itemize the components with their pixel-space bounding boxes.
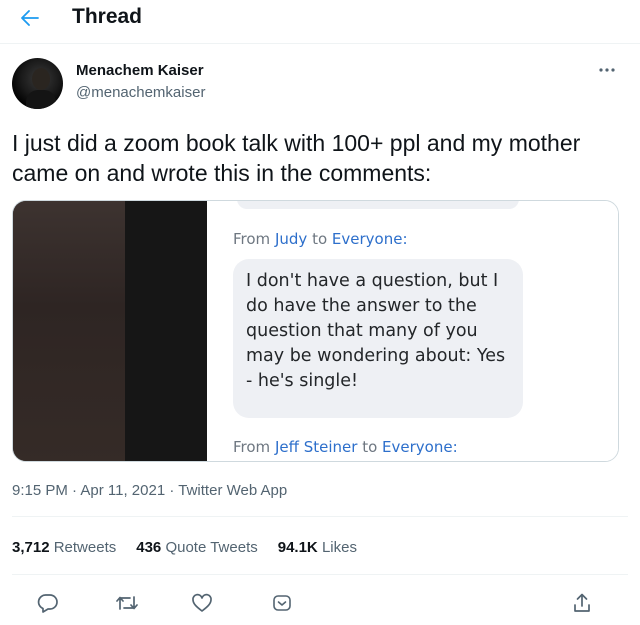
page-title: Thread bbox=[72, 5, 143, 28]
retweets-stat[interactable]: 3,712 Retweets bbox=[12, 539, 116, 556]
likes-stat[interactable]: 94.1K Likes bbox=[278, 539, 357, 556]
chat-message-bubble: I don't have a question, but I do have t… bbox=[233, 259, 523, 418]
tweet-metadata: 9:15 PM · Apr 11, 2021 · Twitter Web App bbox=[12, 482, 288, 499]
more-options-button[interactable] bbox=[592, 60, 622, 80]
chat-sender-line: From Jeff Steiner to Everyone: bbox=[233, 438, 458, 456]
engagement-stats: 3,712 Retweets 436 Quote Tweets 94.1K Li… bbox=[12, 539, 357, 556]
tweet-media-image[interactable]: From Judy to Everyone: I don't have a qu… bbox=[12, 200, 619, 462]
share-icon bbox=[571, 592, 593, 614]
back-button[interactable] bbox=[14, 4, 46, 32]
divider bbox=[12, 516, 628, 517]
thread-header: Thread bbox=[0, 0, 640, 44]
share-button[interactable] bbox=[566, 588, 598, 618]
tweet-time[interactable]: 9:15 PM bbox=[12, 482, 68, 499]
retweet-icon bbox=[115, 592, 139, 614]
divider bbox=[12, 574, 628, 575]
arrow-left-icon bbox=[21, 10, 39, 26]
avatar[interactable] bbox=[12, 58, 63, 109]
chat-sender-line: From Judy to Everyone: bbox=[233, 230, 408, 248]
quote-tweets-stat[interactable]: 436 Quote Tweets bbox=[136, 539, 257, 556]
tweet-text: I just did a zoom book talk with 100+ pp… bbox=[12, 130, 581, 186]
react-button[interactable] bbox=[266, 588, 298, 618]
zoom-chat-panel: From Judy to Everyone: I don't have a qu… bbox=[207, 201, 618, 461]
more-icon bbox=[598, 67, 616, 73]
author-name[interactable]: Menachem Kaiser bbox=[76, 62, 204, 79]
reply-icon bbox=[37, 592, 59, 614]
react-icon bbox=[272, 593, 292, 613]
tweet-date[interactable]: Apr 11, 2021 bbox=[80, 482, 165, 499]
like-button[interactable] bbox=[186, 588, 218, 618]
tweet-actions bbox=[0, 588, 640, 618]
author-handle[interactable]: @menachemkaiser bbox=[76, 84, 205, 101]
heart-icon bbox=[191, 592, 213, 614]
video-thumbnail bbox=[13, 201, 207, 461]
retweet-button[interactable] bbox=[111, 588, 143, 618]
previous-message-bubble bbox=[237, 201, 519, 209]
reply-button[interactable] bbox=[32, 588, 64, 618]
tweet-source[interactable]: Twitter Web App bbox=[178, 482, 287, 499]
